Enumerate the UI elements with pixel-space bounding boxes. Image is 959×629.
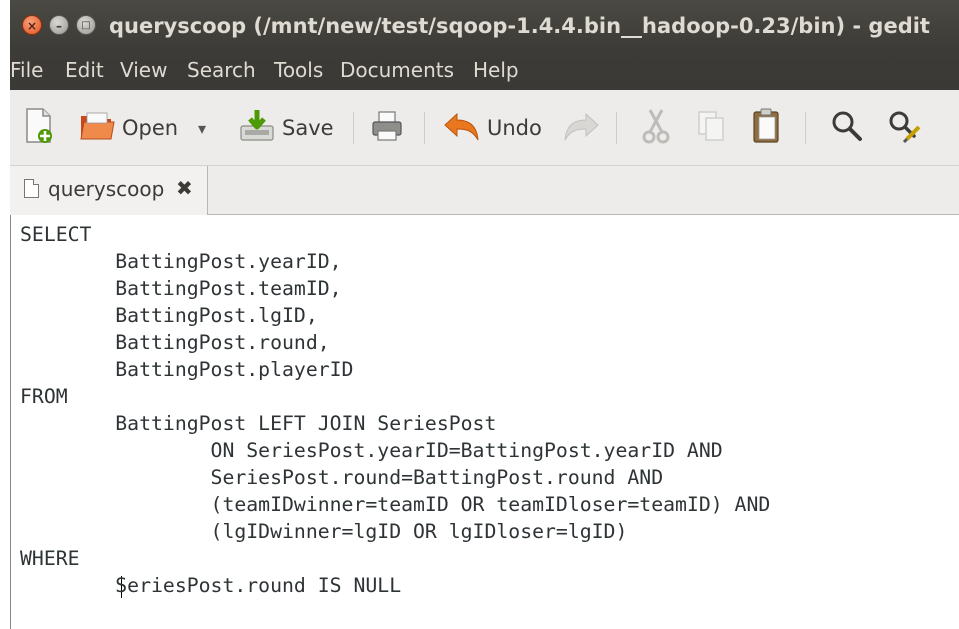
menu-bar: File Edit View Search Tools Documents He… [10, 52, 959, 90]
scissors-icon [640, 108, 672, 149]
code-line: ON SeriesPost.yearID=BattingPost.yearID … [20, 439, 723, 462]
folder-open-icon [78, 108, 116, 149]
find-replace-button[interactable] [887, 109, 923, 147]
code-line: BattingPost.round, [20, 331, 330, 354]
window-title: queryscoop (/mnt/new/test/sqoop-1.4.4.bi… [109, 14, 930, 38]
toolbar-separator [353, 112, 354, 144]
find-replace-icon [887, 109, 923, 148]
open-button[interactable]: Open [78, 109, 178, 147]
menu-view[interactable]: View [120, 58, 167, 82]
menu-search[interactable]: Search [187, 58, 256, 82]
menu-tools[interactable]: Tools [274, 58, 323, 82]
new-document-button[interactable] [22, 107, 56, 150]
menu-edit[interactable]: Edit [65, 58, 104, 82]
undo-label: Undo [487, 116, 542, 140]
printer-icon [370, 109, 404, 148]
tab-queryscoop[interactable]: queryscoop ✖ [10, 166, 208, 215]
code-line: (lgIDwinner=lgID OR lgIDloser=lgID) [20, 520, 628, 543]
paste-button[interactable] [750, 107, 782, 150]
menu-file[interactable]: File [10, 58, 43, 82]
code-line: BattingPost.playerID [20, 358, 354, 381]
open-recent-dropdown[interactable]: ▾ [198, 109, 206, 147]
document-icon [24, 179, 39, 198]
open-label: Open [122, 116, 179, 140]
tab-close-icon[interactable]: ✖ [176, 176, 193, 200]
code-line: FROM [20, 385, 68, 408]
redo-button[interactable] [562, 109, 600, 147]
maximize-window-button[interactable]: □ [76, 15, 96, 35]
cut-button[interactable] [640, 108, 672, 149]
save-button[interactable]: Save [238, 109, 334, 147]
close-window-button[interactable]: × [22, 15, 42, 35]
code-line: BattingPost.yearID, [20, 250, 342, 273]
tab-bar: queryscoop ✖ [10, 166, 959, 215]
save-label: Save [282, 116, 334, 140]
minimize-window-button[interactable]: – [49, 15, 69, 35]
code-line: SeriesPost.round IS NULL [20, 574, 402, 597]
code-line: SELECT [20, 223, 92, 246]
menu-help[interactable]: Help [473, 58, 519, 82]
toolbar-separator [616, 112, 617, 144]
copy-icon [695, 108, 727, 149]
gedit-window: × – □ queryscoop (/mnt/new/test/sqoop-1.… [10, 0, 959, 629]
copy-button[interactable] [695, 109, 727, 147]
code-line: (teamIDwinner=teamID OR teamIDloser=team… [20, 493, 771, 516]
toolbar-separator [424, 112, 425, 144]
magnifier-icon [830, 109, 864, 148]
menu-documents[interactable]: Documents [340, 58, 454, 82]
undo-arrow-icon [443, 109, 481, 148]
tab-label: queryscoop [48, 177, 165, 201]
find-button[interactable] [830, 109, 864, 147]
redo-arrow-icon [562, 109, 600, 148]
save-icon [238, 108, 276, 149]
clipboard-icon [750, 107, 782, 150]
text-editor[interactable]: SELECT BattingPost.yearID, BattingPost.t… [10, 215, 959, 629]
title-bar[interactable]: × – □ queryscoop (/mnt/new/test/sqoop-1.… [10, 0, 959, 52]
undo-button[interactable]: Undo [443, 109, 542, 147]
code-line: BattingPost.teamID, [20, 277, 342, 300]
new-document-icon [22, 107, 56, 150]
code-line: BattingPost LEFT JOIN SeriesPost [20, 412, 497, 435]
code-line: WHERE [20, 547, 80, 570]
code-line: SeriesPost.round=BattingPost.round AND [20, 466, 664, 489]
print-button[interactable] [370, 109, 404, 147]
toolbar: Open ▾ Save Undo [10, 90, 959, 166]
code-line: BattingPost.lgID, [20, 304, 318, 327]
toolbar-separator [805, 112, 806, 144]
